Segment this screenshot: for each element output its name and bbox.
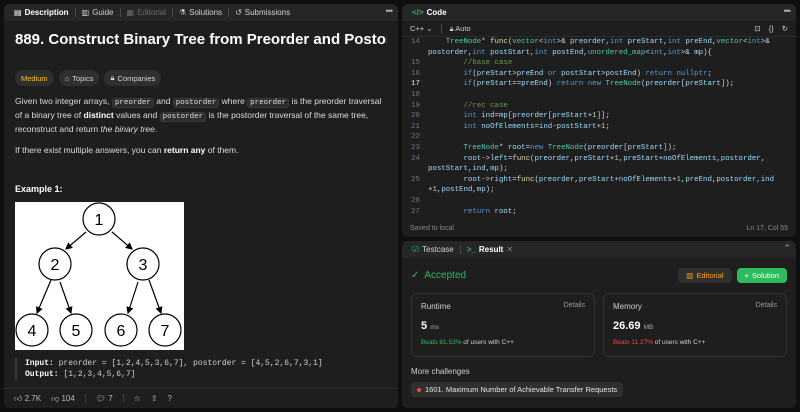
more-options-icon[interactable]: •••: [784, 6, 792, 16]
tab-result[interactable]: >_ Result ✕: [461, 241, 519, 258]
book-icon: ▥: [686, 271, 694, 280]
tree-node: 2: [51, 257, 60, 274]
chevron-down-icon: ⌄: [426, 24, 433, 33]
runtime-card[interactable]: Runtime Details 5 ms Beats 81.53% of use…: [411, 293, 595, 357]
history-icon: ↺: [235, 8, 242, 17]
topics-chip[interactable]: ⌂ Topics: [58, 70, 100, 86]
tab-submissions[interactable]: ↺ Submissions: [229, 4, 296, 21]
runtime-value: 5 ms: [421, 320, 439, 332]
code-toolbar: C++ ⌄ 🔒︎ Auto ⊡ {} ↻: [402, 21, 796, 37]
editorial-button[interactable]: ▥ Editorial: [678, 268, 732, 283]
editor-status-bar: Saved to local Ln 17, Col 55: [402, 220, 796, 237]
runtime-beats: Beats 81.53% of users with C++: [421, 339, 514, 346]
thumbs-up-icon: 👍︎: [14, 393, 23, 403]
comment-icon: 💬︎: [95, 394, 106, 403]
lock-icon: 🔒︎: [449, 23, 454, 33]
problem-statement: Given two integer arrays, preorder and p…: [15, 96, 382, 134]
terminal-icon: >_: [466, 245, 476, 254]
book-icon: ▥: [81, 8, 90, 17]
memory-value: 26.69 MB: [613, 320, 654, 332]
share-icon[interactable]: ⇪: [151, 394, 158, 403]
code-editor[interactable]: 14 TreeNode* func(vector<int>& preorder,…: [402, 37, 796, 217]
plus-icon: +: [744, 271, 749, 280]
left-tabbar: ▤ Description ▥ Guide ▦ Editorial ⚗ Solu…: [4, 4, 398, 21]
lock-icon: 🔒︎: [110, 73, 115, 82]
braces-icon[interactable]: {}: [769, 24, 774, 33]
code-icon: </>: [412, 8, 424, 17]
tab-guide[interactable]: ▥ Guide: [76, 4, 120, 21]
auto-mode-button[interactable]: 🔒︎ Auto: [450, 24, 471, 34]
memory-beats: Beats 11.27% of users with C++: [613, 339, 706, 346]
problem-title[interactable]: 889. Construct Binary Tree from Preorder…: [15, 31, 387, 48]
tab-solutions[interactable]: ⚗ Solutions: [173, 4, 228, 21]
check-circle-icon: ✓: [411, 270, 420, 281]
dislike-button[interactable]: 👎︎ 104: [51, 394, 75, 404]
language-select[interactable]: C++ ⌄: [410, 24, 433, 33]
example-tree-image: 1 2 3 4 5 6 7: [15, 202, 184, 350]
tab-description[interactable]: ▤ Description: [8, 4, 75, 21]
editorial-icon: ▦: [126, 8, 135, 17]
tab-editorial[interactable]: ▦ Editorial: [121, 4, 172, 21]
cursor-position: Ln 17, Col 55: [746, 225, 788, 232]
tree-node: 1: [95, 212, 104, 229]
code-panel: </> Code ••• C++ ⌄ 🔒︎ Auto ⊡ {} ↻ 14 Tre…: [402, 4, 796, 237]
companies-chip[interactable]: 🔒︎ Companies: [104, 70, 162, 86]
reset-icon[interactable]: ↻: [782, 24, 788, 33]
example-io: Input: preorder = [1,2,4,5,3,6,7], posto…: [15, 358, 387, 380]
like-button[interactable]: 👍︎ 2.7K: [14, 394, 41, 404]
accepted-status: ✓ Accepted: [411, 270, 467, 281]
binary-tree-diagram: 1 2 3 4 5 6 7: [15, 202, 182, 347]
tree-node: 6: [117, 323, 126, 340]
comments-button[interactable]: 💬︎ 7: [96, 394, 113, 403]
problem-actions-bar: 👍︎ 2.7K 👎︎ 104 💬︎ 7 ☆ ⇪ ?: [4, 388, 398, 408]
example-title: Example 1:: [15, 184, 63, 194]
more-challenges-label: More challenges: [411, 367, 470, 376]
checkbox-icon: ☑: [412, 245, 420, 254]
more-options-icon[interactable]: ⌃: [783, 243, 790, 254]
problem-note: If there exist multiple answers, you can…: [15, 145, 239, 155]
challenge-link[interactable]: 1601. Maximum Number of Achievable Trans…: [411, 382, 624, 397]
close-icon[interactable]: ✕: [506, 245, 513, 254]
more-options-icon[interactable]: •••: [386, 6, 394, 16]
solution-button[interactable]: + Solution: [736, 268, 787, 283]
save-status: Saved to local: [410, 225, 454, 232]
description-icon: ▤: [14, 8, 22, 17]
thumbs-down-icon: 👎︎: [51, 393, 60, 403]
description-panel: ▤ Description ▥ Guide ▦ Editorial ⚗ Solu…: [4, 4, 398, 408]
problem-tags: Medium ⌂ Topics 🔒︎ Companies: [15, 70, 387, 86]
tag-icon: ⌂: [64, 73, 70, 83]
result-panel: ☑ Testcase >_ Result ✕ ⌃ ✓ Accepted ▥ Edi…: [402, 241, 796, 408]
star-icon[interactable]: ☆: [134, 394, 141, 403]
tree-node: 5: [72, 323, 81, 340]
tab-code[interactable]: </> Code: [406, 4, 453, 21]
tab-testcase[interactable]: ☑ Testcase: [406, 241, 460, 258]
difficulty-badge: Medium: [15, 70, 54, 86]
bookmark-icon[interactable]: ⊡: [754, 24, 760, 33]
tree-node: 7: [161, 323, 170, 340]
tree-node: 3: [139, 257, 148, 274]
memory-details-link[interactable]: Details: [756, 302, 777, 309]
runtime-details-link[interactable]: Details: [564, 302, 585, 309]
help-icon[interactable]: ?: [168, 394, 172, 403]
tree-node: 4: [28, 323, 37, 340]
result-tabbar: ☑ Testcase >_ Result ✕ ⌃: [402, 241, 796, 258]
flask-icon: ⚗: [178, 8, 187, 17]
problem-description: 889. Construct Binary Tree from Preorder…: [4, 21, 398, 390]
difficulty-dot-icon: [417, 387, 421, 392]
code-tabbar: </> Code •••: [402, 4, 796, 21]
memory-card[interactable]: Memory Details 26.69 MB Beats 11.27% of …: [603, 293, 787, 357]
